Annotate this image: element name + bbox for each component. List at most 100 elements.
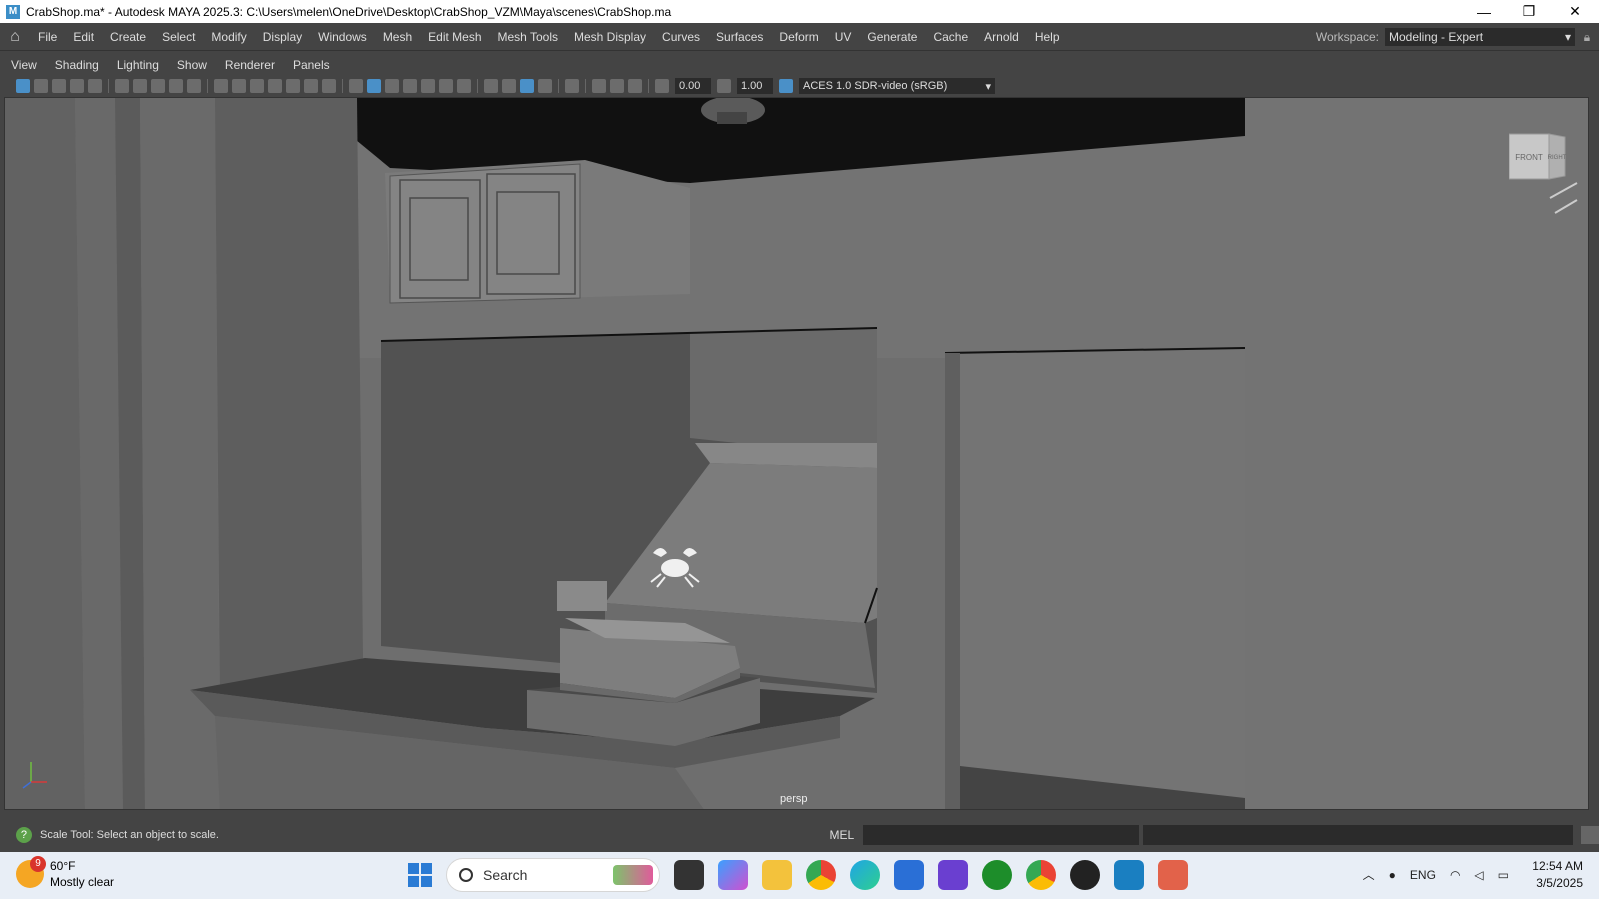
wifi-icon[interactable]: ◠ — [1450, 868, 1460, 882]
grid-icon[interactable] — [214, 79, 228, 93]
perspective-viewport[interactable]: FRONT RIGHT persp — [4, 97, 1589, 810]
menu-select[interactable]: Select — [154, 30, 203, 44]
camera-attributes-icon[interactable] — [34, 79, 48, 93]
xray-components-icon[interactable] — [628, 79, 642, 93]
home-icon[interactable]: ⌂ — [0, 28, 30, 46]
field-chart-icon[interactable] — [286, 79, 300, 93]
gate-mask-icon[interactable] — [268, 79, 282, 93]
workspace-dropdown[interactable]: Modeling - Expert ▾ — [1385, 28, 1575, 46]
taskbar-search[interactable]: Search — [446, 858, 660, 892]
camera-tumble-icon[interactable] — [133, 79, 147, 93]
minimize-button[interactable]: — — [1461, 0, 1507, 23]
copilot-icon[interactable] — [718, 860, 748, 890]
wireframe-icon[interactable] — [349, 79, 363, 93]
chrome-profile-icon[interactable] — [1026, 860, 1056, 890]
task-view-icon[interactable] — [674, 860, 704, 890]
menu-mesh-display[interactable]: Mesh Display — [566, 30, 654, 44]
exposure-field[interactable]: 0.00 — [675, 78, 711, 94]
camera-move-icon[interactable] — [115, 79, 129, 93]
menu-arnold[interactable]: Arnold — [976, 30, 1027, 44]
scene-render — [5, 98, 1588, 809]
film-gate-icon[interactable] — [232, 79, 246, 93]
clock[interactable]: 12:54 AM 3/5/2025 — [1532, 858, 1583, 892]
menu-edit-mesh[interactable]: Edit Mesh — [420, 30, 489, 44]
window-title: CrabShop.ma* - Autodesk MAYA 2025.3: C:\… — [26, 4, 672, 19]
lock-icon[interactable]: 🔒︎ — [1575, 30, 1599, 45]
default-material-icon[interactable] — [385, 79, 399, 93]
panel-menu-lighting[interactable]: Lighting — [106, 58, 166, 72]
xray-joints-icon[interactable] — [610, 79, 624, 93]
camera-track-icon[interactable] — [151, 79, 165, 93]
chevron-up-icon[interactable]: ︿ — [1363, 866, 1375, 883]
menu-windows[interactable]: Windows — [310, 30, 375, 44]
bookmark-icon[interactable] — [52, 79, 66, 93]
menu-file[interactable]: File — [30, 30, 65, 44]
file-explorer-icon[interactable] — [762, 860, 792, 890]
xbox-icon[interactable] — [982, 860, 1012, 890]
weather-widget[interactable]: 9 60°F Mostly clear — [16, 856, 114, 890]
menu-mesh-tools[interactable]: Mesh Tools — [490, 30, 566, 44]
textured-icon[interactable] — [421, 79, 435, 93]
chrome-icon[interactable] — [806, 860, 836, 890]
menu-uv[interactable]: UV — [827, 30, 860, 44]
shadows-icon[interactable] — [457, 79, 471, 93]
view-cube[interactable]: FRONT RIGHT — [1509, 131, 1567, 181]
depth-of-field-icon[interactable] — [538, 79, 552, 93]
battery-icon[interactable]: ▭ — [1498, 868, 1509, 882]
menu-display[interactable]: Display — [255, 30, 310, 44]
grease-pencil-icon[interactable] — [187, 79, 201, 93]
exposure-icon[interactable] — [655, 79, 669, 93]
camera-label: persp — [780, 793, 808, 805]
view-transform-dropdown[interactable]: ACES 1.0 SDR-video (sRGB) ▾ — [799, 78, 995, 94]
app-icon[interactable] — [938, 860, 968, 890]
menu-edit[interactable]: Edit — [65, 30, 102, 44]
language-indicator[interactable]: ENG — [1410, 868, 1436, 882]
script-editor-icon[interactable] — [1581, 826, 1599, 844]
wireframe-on-shaded-icon[interactable] — [403, 79, 417, 93]
menu-cache[interactable]: Cache — [925, 30, 976, 44]
command-input[interactable] — [863, 825, 1140, 845]
image-plane-icon[interactable] — [70, 79, 84, 93]
view-2d-icon[interactable] — [88, 79, 102, 93]
smooth-shade-icon[interactable] — [367, 79, 381, 93]
anti-aliasing-icon[interactable] — [520, 79, 534, 93]
gamma-field[interactable]: 1.00 — [737, 78, 773, 94]
security-icon[interactable]: ● — [1389, 868, 1396, 882]
weather-temp: 60°F — [50, 859, 76, 873]
menu-curves[interactable]: Curves — [654, 30, 708, 44]
menu-mesh[interactable]: Mesh — [375, 30, 420, 44]
mel-label[interactable]: MEL — [829, 828, 859, 842]
menu-surfaces[interactable]: Surfaces — [708, 30, 771, 44]
safe-title-icon[interactable] — [322, 79, 336, 93]
close-button[interactable]: ✕ — [1552, 0, 1598, 23]
panel-menu-show[interactable]: Show — [166, 58, 214, 72]
safe-action-icon[interactable] — [304, 79, 318, 93]
edge-icon[interactable] — [850, 860, 880, 890]
menu-create[interactable]: Create — [102, 30, 154, 44]
store-icon[interactable] — [894, 860, 924, 890]
perforce-icon[interactable] — [1070, 860, 1100, 890]
menu-help[interactable]: Help — [1027, 30, 1068, 44]
snipping-tool-icon[interactable] — [1158, 860, 1188, 890]
panel-menu-renderer[interactable]: Renderer — [214, 58, 282, 72]
panel-menu-view[interactable]: View — [0, 58, 44, 72]
maya-taskbar-icon[interactable] — [1114, 860, 1144, 890]
resolution-gate-icon[interactable] — [250, 79, 264, 93]
maximize-button[interactable]: ❐ — [1506, 0, 1552, 23]
menu-modify[interactable]: Modify — [203, 30, 254, 44]
gamma-icon[interactable] — [717, 79, 731, 93]
panel-menu-panels[interactable]: Panels — [282, 58, 337, 72]
xray-icon[interactable] — [592, 79, 606, 93]
ambient-occlusion-icon[interactable] — [484, 79, 498, 93]
panel-menu-shading[interactable]: Shading — [44, 58, 106, 72]
menu-deform[interactable]: Deform — [771, 30, 826, 44]
isolate-select-icon[interactable] — [565, 79, 579, 93]
camera-dolly-icon[interactable] — [169, 79, 183, 93]
start-icon[interactable] — [408, 863, 432, 887]
menu-generate[interactable]: Generate — [859, 30, 925, 44]
color-management-icon[interactable] — [779, 79, 793, 93]
use-lights-icon[interactable] — [439, 79, 453, 93]
motion-blur-icon[interactable] — [502, 79, 516, 93]
volume-icon[interactable]: ◁ — [1474, 868, 1483, 882]
select-camera-icon[interactable] — [16, 79, 30, 93]
